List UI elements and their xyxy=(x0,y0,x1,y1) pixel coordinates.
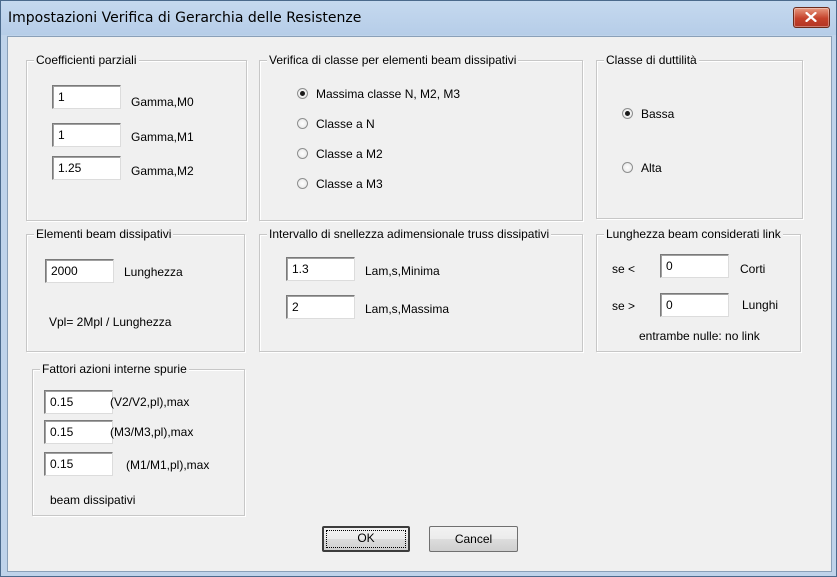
group-legend: Coefficienti parziali xyxy=(34,53,139,67)
close-button[interactable] xyxy=(793,7,830,28)
group-legend: Elementi beam dissipativi xyxy=(34,227,174,241)
gamma-m0-input[interactable]: 1 xyxy=(52,85,121,109)
dialog-window: Impostazioni Verifica di Gerarchia delle… xyxy=(0,0,837,577)
link-lunghi-input[interactable]: 0 xyxy=(660,293,729,317)
se-maggiore-label: se > xyxy=(612,299,636,313)
group-legend: Verifica di classe per elementi beam dis… xyxy=(267,53,519,67)
lunghezza-input[interactable]: 2000 xyxy=(45,259,114,283)
m1-max-label: (M1/M1,pl),max xyxy=(126,458,210,472)
radio-classe-m3-label[interactable]: Classe a M3 xyxy=(316,177,383,191)
window-title: Impostazioni Verifica di Gerarchia delle… xyxy=(8,10,362,26)
group-legend: Lunghezza beam considerati link xyxy=(604,227,783,241)
group-verifica-classe: Verifica di classe per elementi beam dis… xyxy=(259,53,583,221)
lam-massima-input[interactable]: 2 xyxy=(286,295,355,319)
radio-bassa-label[interactable]: Bassa xyxy=(641,107,674,121)
m3-max-input[interactable]: 0.15 xyxy=(44,420,113,444)
gamma-m0-label: Gamma,M0 xyxy=(131,95,194,109)
group-elementi-beam-dissipativi: Elementi beam dissipativi 2000 Lunghezza… xyxy=(26,227,245,352)
radio-bassa[interactable] xyxy=(622,108,633,119)
lunghezza-label: Lunghezza xyxy=(124,265,183,279)
se-minore-label: se < xyxy=(612,262,636,276)
corti-label: Corti xyxy=(740,262,766,276)
radio-alta-label[interactable]: Alta xyxy=(641,161,662,175)
radio-classe-m3[interactable] xyxy=(297,178,308,189)
group-coefficienti-parziali: Coefficienti parziali 1 Gamma,M0 1 Gamma… xyxy=(26,53,247,221)
group-legend: Classe di duttilità xyxy=(604,53,699,67)
group-legend: Fattori azioni interne spurie xyxy=(40,362,189,376)
lam-massima-label: Lam,s,Massima xyxy=(365,302,450,316)
title-bar[interactable]: Impostazioni Verifica di Gerarchia delle… xyxy=(1,1,836,35)
dialog-body: Coefficienti parziali 1 Gamma,M0 1 Gamma… xyxy=(7,36,832,572)
radio-classe-n-label[interactable]: Classe a N xyxy=(316,117,375,131)
radio-massima-classe-label[interactable]: Massima classe N, M2, M3 xyxy=(316,87,460,101)
gamma-m2-input[interactable]: 1.25 xyxy=(52,156,121,180)
group-lunghezza-beam-link: Lunghezza beam considerati link se < 0 C… xyxy=(596,227,801,352)
lam-minima-input[interactable]: 1.3 xyxy=(286,257,355,281)
radio-massima-classe[interactable] xyxy=(297,88,308,99)
vpl-formula-text: Vpl= 2Mpl / Lunghezza xyxy=(49,315,172,329)
m3-max-label: (M3/M3,pl),max xyxy=(110,425,194,439)
gamma-m2-label: Gamma,M2 xyxy=(131,164,194,178)
lam-minima-label: Lam,s,Minima xyxy=(365,264,440,278)
group-classe-duttilita: Classe di duttilità Bassa Alta xyxy=(596,53,803,219)
gamma-m1-label: Gamma,M1 xyxy=(131,130,194,144)
m1-max-input[interactable]: 0.15 xyxy=(44,452,113,476)
group-legend: Intervallo di snellezza adimensionale tr… xyxy=(267,227,552,241)
gamma-m1-input[interactable]: 1 xyxy=(52,123,121,147)
radio-classe-m2-label[interactable]: Classe a M2 xyxy=(316,147,383,161)
radio-classe-n[interactable] xyxy=(297,118,308,129)
link-corti-input[interactable]: 0 xyxy=(660,254,729,278)
group-fattori-azioni-spurie: Fattori azioni interne spurie 0.15 (V2/V… xyxy=(32,362,245,516)
radio-classe-m2[interactable] xyxy=(297,148,308,159)
v2-max-label: (V2/V2,pl),max xyxy=(110,395,190,409)
cancel-button[interactable]: Cancel xyxy=(429,526,518,552)
beam-dissipativi-note: beam dissipativi xyxy=(50,493,136,507)
group-intervallo-snellezza: Intervallo di snellezza adimensionale tr… xyxy=(259,227,583,352)
v2-max-input[interactable]: 0.15 xyxy=(44,390,113,414)
lunghi-label: Lunghi xyxy=(742,298,779,312)
no-link-note: entrambe nulle: no link xyxy=(639,329,760,343)
radio-alta[interactable] xyxy=(622,162,633,173)
ok-button[interactable]: OK xyxy=(322,526,410,552)
close-icon xyxy=(805,12,817,22)
